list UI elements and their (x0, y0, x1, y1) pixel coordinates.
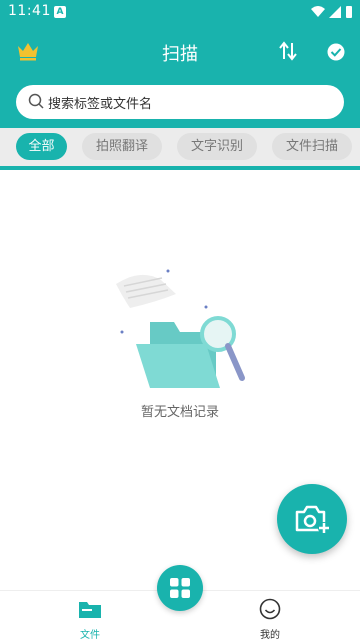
folder-icon (79, 602, 101, 618)
empty-state-message: 暂无文档记录 (140, 405, 219, 420)
nav-files-label: 文件 (80, 630, 100, 640)
search-icon (28, 93, 44, 109)
search-placeholder: 搜索标签或文件名 (48, 97, 153, 112)
filter-tabs: 全部 拍照翻译 文字识别 文件扫描 (0, 128, 360, 166)
camera-add-icon (295, 505, 330, 534)
status-icons (311, 6, 352, 18)
grid-icon (170, 578, 190, 598)
battery-icon (346, 6, 352, 18)
status-bar: 11:41 A (0, 0, 360, 24)
search-input[interactable]: 搜索标签或文件名 (16, 85, 344, 119)
page-title: 扫描 (162, 44, 198, 65)
nav-mine-label: 我的 (260, 630, 280, 640)
wifi-icon (311, 6, 325, 17)
smile-icon (259, 598, 281, 620)
signal-icon (329, 6, 341, 18)
status-time: 11:41 (8, 3, 51, 19)
tab-file-scan[interactable]: 文件扫描 (272, 133, 352, 160)
notification-icon: A (54, 6, 66, 18)
sort-icon[interactable] (279, 41, 297, 61)
center-grid-button[interactable] (157, 565, 203, 611)
check-circle-icon[interactable] (327, 43, 345, 61)
scan-camera-button[interactable] (277, 484, 347, 554)
tab-photo-translate[interactable]: 拍照翻译 (82, 133, 162, 160)
header: 扫描 (0, 30, 360, 74)
empty-folder-illustration (116, 269, 245, 388)
tab-text-recognition[interactable]: 文字识别 (177, 133, 257, 160)
tab-all[interactable]: 全部 (16, 133, 67, 160)
